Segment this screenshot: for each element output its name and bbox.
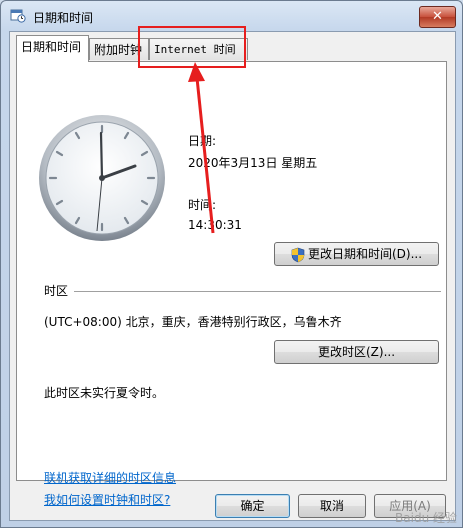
online-timezone-info-link[interactable]: 联机获取详细的时区信息 (44, 469, 176, 486)
watermark: Baidu 经验 (395, 511, 457, 525)
dialog-client: 日期和时间 附加时钟 Internet 时间 2020年3月13日 星期五 时间… (9, 31, 456, 521)
button-label: 确定 (240, 499, 265, 513)
tab-label: 日期和时间 (21, 40, 82, 54)
button-label: 取消 (319, 499, 344, 513)
tab-label: 附加时钟 (94, 43, 143, 57)
section-divider (74, 291, 441, 292)
timezone-value: (UTC+08:00) 北京，重庆，香港特别行政区，乌鲁木齐 (44, 315, 342, 329)
close-icon: ✕ (432, 9, 443, 24)
analog-clock (39, 115, 165, 241)
button-label: 更改日期和时间(D)... (307, 247, 423, 261)
red-arrow-annotation (188, 62, 215, 234)
button-label: 更改时区(Z)... (317, 345, 396, 359)
tab-panel: 日期: 2020年3月13日 星期五 时间: 14:30:31 更改日期和时间(… (16, 61, 447, 507)
close-button[interactable]: ✕ (419, 6, 456, 28)
timezone-section-label: 时区 (44, 284, 69, 298)
change-date-time-button[interactable]: 更改日期和时间(D)... (274, 242, 439, 266)
cancel-button[interactable]: 取消 (298, 494, 366, 518)
change-timezone-button[interactable]: 更改时区(Z)... (274, 340, 439, 364)
tab-date-time[interactable]: 日期和时间 (16, 35, 89, 62)
calendar-clock-icon (10, 9, 26, 23)
window-title: 日期和时间 (33, 11, 94, 25)
uac-shield-icon (291, 247, 305, 262)
dialog-window: 日期和时间 ✕ 日期和时间 附加时钟 Internet 时间 2020年3月13… (0, 0, 463, 528)
how-to-set-clock-link[interactable]: 我如何设置时钟和时区? (44, 491, 170, 508)
dst-note: 此时区未实行夏令时。 (44, 386, 165, 400)
ok-button[interactable]: 确定 (215, 494, 290, 518)
